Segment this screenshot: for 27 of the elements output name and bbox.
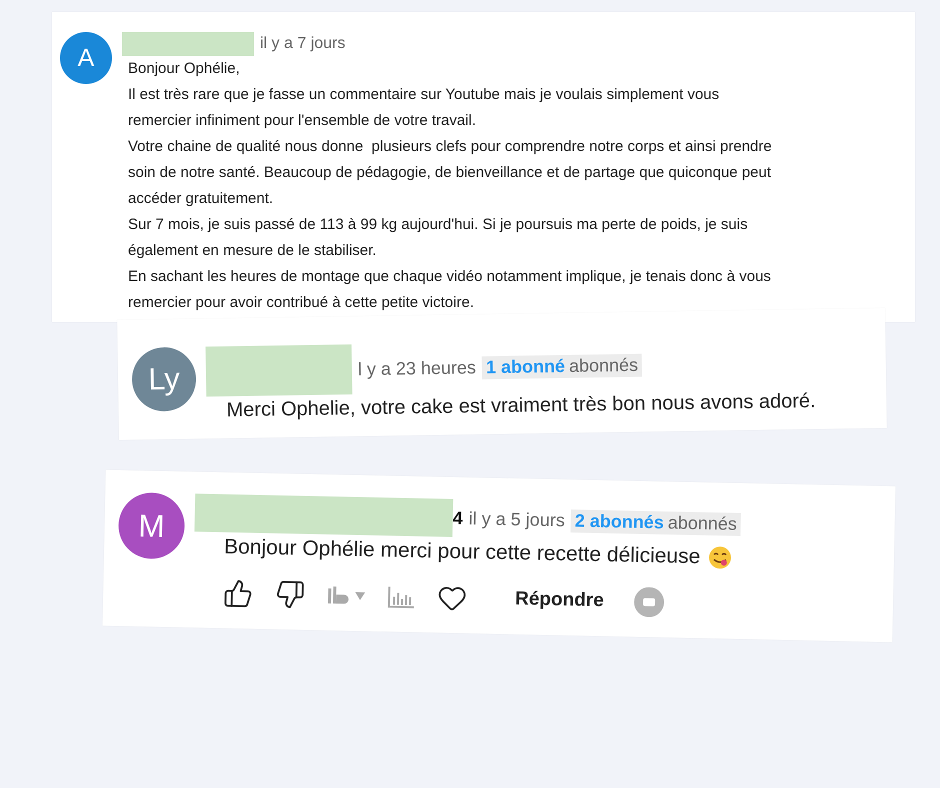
comment-time: il y a 7 jours [260, 35, 346, 53]
comment-time: il y a 5 jours [468, 508, 566, 531]
comment-text: Bonjour Ophélie merci pour cette recette délicieuse [224, 534, 701, 570]
dislike-icon[interactable] [274, 579, 306, 610]
author-name: 4 [452, 508, 464, 529]
profile-icon [633, 586, 664, 618]
subscriber-count: 1 abonné [486, 356, 566, 378]
comment-text: remercier infiniment pour l'ensemble de votre travail. [128, 111, 476, 131]
comment-text: Sur 7 mois, je suis passé de 113 à 99 kg aujourd'hui. Si je poursuis ma perte de poids, je suis [128, 215, 748, 235]
comment-text: Votre chaine de qualité nous donne plusieurs clefs pour comprendre notre corps et ainsi prendre [128, 137, 772, 157]
subscriber-count: 2 abonnés [574, 510, 664, 533]
comment-text: soin de notre santé. Beaucoup de pédagogie, de bienveillance et de partage que quiconque peut [128, 163, 772, 183]
comment-text: remercier pour avoir contribué à cette petite victoire. [128, 293, 474, 313]
subscriber-label: abonnés [668, 512, 738, 534]
like-icon[interactable] [222, 578, 254, 609]
avatar: Ly [132, 346, 197, 412]
comment-time: l y a 23 heures [358, 356, 476, 380]
subscriber-label: abonnés [568, 354, 638, 376]
comment-text: En sachant les heures de montage que chaque vidéo notamment implique, je tenais donc à vous [128, 267, 771, 287]
comment-text: Il est très rare que je fasse un commentaire sur Youtube mais je voulais simplement vous [128, 85, 720, 105]
reply-button[interactable]: Répondre [506, 584, 612, 616]
avatar: A [60, 32, 112, 84]
comment-text: accéder gratuitement. [128, 189, 274, 209]
comment-text: Bonjour Ophélie, [128, 59, 240, 79]
avatar: M [118, 492, 186, 560]
comment-text: Merci Ophelie, votre cake est vraiment très bon nous avons adoré. [226, 389, 816, 424]
comment-text: également en mesure de le stabiliser. [128, 241, 376, 261]
